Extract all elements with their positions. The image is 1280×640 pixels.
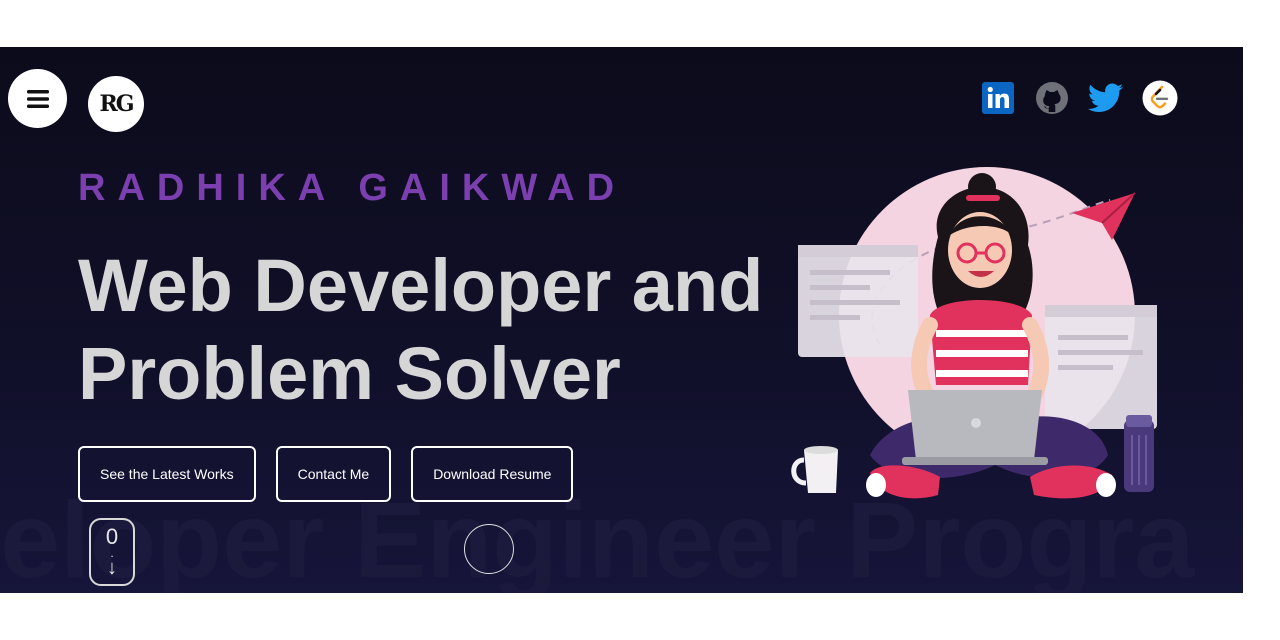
developer-illustration (791, 167, 1157, 499)
headline-line-1: Web Developer and (78, 244, 764, 327)
github-link[interactable] (1034, 80, 1070, 116)
site-logo[interactable]: RG (88, 76, 144, 132)
github-icon (1036, 82, 1068, 114)
scroll-down-indicator[interactable]: 0 . ↓ (89, 518, 135, 586)
down-arrow-icon: ↓ (107, 557, 117, 579)
hamburger-icon (26, 89, 49, 108)
linkedin-link[interactable] (980, 80, 1016, 116)
download-resume-button[interactable]: Download Resume (411, 446, 574, 502)
headline-line-2: Problem Solver (78, 332, 621, 415)
hero-headline: Web Developer and Problem Solver (78, 242, 818, 418)
latest-works-button[interactable]: See the Latest Works (78, 446, 256, 502)
hero-section: veloper Engineer Progra RG RADHIKA GAIKW… (0, 47, 1243, 593)
social-links (980, 80, 1178, 116)
contact-button[interactable]: Contact Me (275, 446, 392, 502)
linkedin-icon (982, 82, 1014, 114)
leetcode-link[interactable] (1142, 80, 1178, 116)
leetcode-icon (1142, 80, 1178, 116)
menu-button[interactable] (8, 69, 67, 128)
cta-buttons: See the Latest Works Contact Me Download… (78, 446, 574, 502)
author-name: RADHIKA GAIKWAD (78, 167, 627, 209)
scroll-indicator-top: 0 (105, 524, 119, 549)
logo-text: RG (99, 91, 134, 117)
cursor-ring (464, 524, 514, 574)
twitter-icon (1088, 83, 1123, 112)
twitter-link[interactable] (1088, 80, 1124, 116)
